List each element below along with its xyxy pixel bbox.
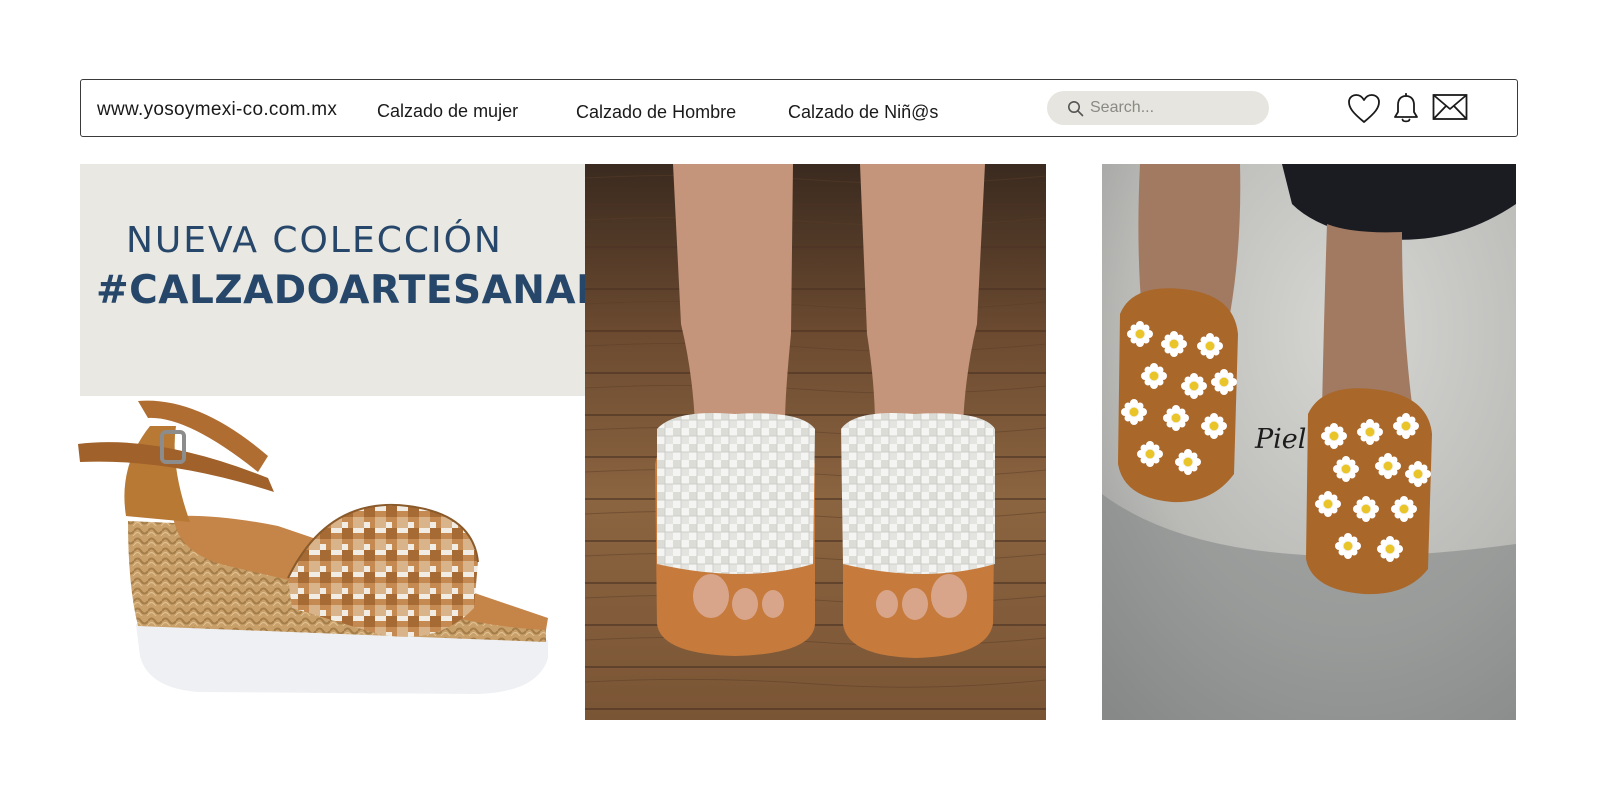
embroidered-mules-image[interactable] (1102, 164, 1516, 720)
search-input[interactable] (1090, 99, 1250, 117)
mail-icon[interactable] (1432, 93, 1468, 126)
site-url-brand[interactable]: www.yosoymexi-co.com.mx (97, 99, 337, 121)
bell-icon[interactable] (1392, 92, 1420, 129)
search-icon (1068, 100, 1084, 116)
hero-panel: NUEVA COLECCIÓN #CALZADOARTESANAL (80, 164, 601, 396)
top-nav-bar: www.yosoymexi-co.com.mx Calzado de mujer… (80, 79, 1518, 137)
hero-title: NUEVA COLECCIÓN (126, 220, 503, 261)
nav-link-calzado-ninos[interactable]: Calzado de Niñ@s (788, 102, 938, 123)
wedge-sandal-image[interactable] (78, 396, 578, 716)
heart-icon[interactable] (1347, 93, 1381, 129)
hero-hashtag: #CALZADOARTESANAL (96, 268, 602, 313)
leather-caption: Piel (1255, 424, 1307, 455)
nav-link-calzado-hombre[interactable]: Calzado de Hombre (576, 102, 736, 123)
nav-link-calzado-mujer[interactable]: Calzado de mujer (377, 101, 518, 122)
search-box[interactable] (1047, 91, 1269, 125)
white-woven-sandals-image[interactable] (585, 164, 1046, 720)
